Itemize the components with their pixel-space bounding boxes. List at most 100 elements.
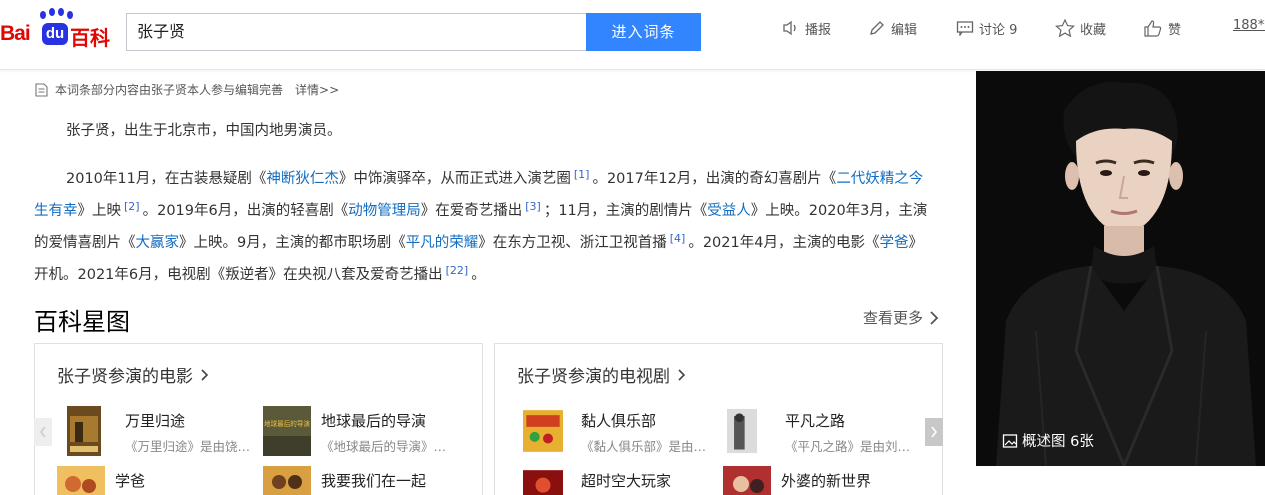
intro-text: 张子贤，出生于北京市，中国内地男演员。 <box>66 123 342 139</box>
tv-card-title[interactable]: 张子贤参演的电视剧 <box>517 362 688 387</box>
collect-label: 收藏 <box>1080 22 1107 38</box>
career-paragraph: 2010年11月，在古装悬疑剧《神断狄仁杰》中饰演驿卒，从而正式进入演艺圈 [1]… <box>34 161 930 289</box>
thumbs-up-icon <box>1144 20 1162 37</box>
reference-link[interactable]: [2] <box>124 200 140 213</box>
image-icon <box>1002 433 1018 448</box>
movie-item[interactable]: 学爸 <box>57 466 257 495</box>
career-text: 》在东方卫视、浙江卫视首播 <box>478 235 667 251</box>
career-text: 。2019年6月，出演的轻喜剧《 <box>142 203 349 219</box>
tv-title: 外婆的新世界 <box>781 472 872 490</box>
summary-photo[interactable] <box>976 71 1265 466</box>
reference-link[interactable]: [3] <box>525 200 541 213</box>
movies-card-title-label: 张子贤参演的电影 <box>57 367 193 387</box>
movie-description: 《地球最后的导演》… <box>321 439 447 454</box>
top-bar: Bai du 百科 张子贤 进入词条 播报 编辑 讨论 9 收藏 赞 188* <box>0 0 1265 70</box>
work-link[interactable]: 大赢家 <box>136 235 180 251</box>
see-more-label: 查看更多 <box>863 309 924 327</box>
carousel-next-button[interactable] <box>925 418 943 446</box>
chevron-left-icon <box>39 426 46 438</box>
broadcast-button[interactable]: 播报 <box>782 18 831 38</box>
edit-label: 编辑 <box>891 22 918 38</box>
career-text: 2010年11月，在古装悬疑剧《 <box>66 171 267 187</box>
pencil-icon <box>870 21 884 35</box>
carousel-prev-button[interactable] <box>34 418 52 446</box>
baidu-baike-logo[interactable]: Bai du 百科 <box>0 8 120 52</box>
career-text: 。2017年12月，出演的奇幻喜剧片《 <box>592 171 837 187</box>
work-link[interactable]: 平凡的荣耀 <box>406 235 479 251</box>
tv-title: 黏人俱乐部 <box>581 412 657 430</box>
edit-note-text: 本词条部分内容由张子贤本人参与编辑完善 <box>55 83 284 97</box>
tv-item[interactable]: 平凡之路 《平凡之路》是由刘… <box>727 406 927 456</box>
movie-title: 学爸 <box>115 472 146 490</box>
logo-bai-text: Bai <box>0 22 31 45</box>
chevron-right-icon <box>678 368 686 381</box>
movie-item[interactable]: 地球最后的导演 地球最后的导演 《地球最后的导演》… <box>263 406 463 456</box>
work-link[interactable]: 学爸 <box>879 235 908 251</box>
movie-poster <box>57 466 105 495</box>
discuss-label: 讨论 9 <box>979 22 1018 38</box>
work-link[interactable]: 受益人 <box>707 203 751 219</box>
chevron-right-icon <box>930 310 939 325</box>
logo-paw-dot <box>49 8 55 16</box>
reference-link[interactable]: [4] <box>670 232 686 245</box>
search-input[interactable]: 张子贤 <box>126 13 587 51</box>
career-text: 》上映。9月，主演的都市职场剧《 <box>179 235 406 251</box>
logo-paw-dot <box>40 11 46 19</box>
movie-description: 《万里归途》是由饶… <box>125 439 251 454</box>
edit-note: 本词条部分内容由张子贤本人参与编辑完善 详情>> <box>34 81 339 98</box>
logo-baike-text: 百科 <box>70 26 110 50</box>
like-label: 赞 <box>1168 22 1182 38</box>
tv-title: 平凡之路 <box>785 412 846 430</box>
like-button[interactable]: 赞 <box>1143 18 1181 38</box>
tv-card: 张子贤参演的电视剧 黏人俱乐部 《黏人俱乐部》是由… 平凡之路 《平凡之路》是由… <box>494 343 943 495</box>
reference-link[interactable]: [22] <box>446 264 469 277</box>
movie-title: 地球最后的导演 <box>321 412 427 430</box>
movie-item[interactable]: 万里归途 《万里归途》是由饶… <box>67 406 267 456</box>
work-link[interactable]: 动物管理局 <box>348 203 421 219</box>
user-account-link[interactable]: 188** <box>1233 18 1265 33</box>
star-icon <box>1055 19 1075 37</box>
movie-poster: 地球最后的导演 <box>263 406 311 456</box>
tv-item[interactable]: 黏人俱乐部 《黏人俱乐部》是由… <box>523 406 723 456</box>
speaker-icon <box>783 20 796 36</box>
tv-title: 超时空大玩家 <box>581 472 672 490</box>
career-text: 》中饰演驿卒，从而正式进入演艺圈 <box>338 171 571 187</box>
movie-title: 我要我们在一起 <box>321 472 427 490</box>
edit-button[interactable]: 编辑 <box>868 18 917 38</box>
discuss-button[interactable]: 讨论 9 <box>956 18 1017 38</box>
document-icon <box>35 82 48 97</box>
logo-paw-dot <box>58 8 64 16</box>
collect-button[interactable]: 收藏 <box>1055 18 1106 38</box>
career-text: 。 <box>471 267 486 283</box>
work-link[interactable]: 神断狄仁杰 <box>266 171 339 187</box>
tv-item[interactable]: 超时空大玩家 <box>523 466 723 495</box>
poster-title-text: 地球最后的导演 <box>264 419 310 428</box>
movie-poster <box>67 406 101 456</box>
movie-title: 万里归途 <box>125 412 186 430</box>
chevron-right-icon <box>931 426 938 438</box>
movies-card-title[interactable]: 张子贤参演的电影 <box>57 362 211 387</box>
tv-poster <box>727 408 757 454</box>
intro-paragraph: 张子贤，出生于北京市，中国内地男演员。 <box>34 118 930 145</box>
tv-item[interactable]: 外婆的新世界 <box>723 466 923 495</box>
career-text: 。2021年4月，主演的电影《 <box>688 235 880 251</box>
reference-link[interactable]: [1] <box>574 168 590 181</box>
movies-card: 张子贤参演的电影 万里归途 《万里归途》是由饶… 地球最后的导演 地球最后的导演… <box>34 343 483 495</box>
enter-entry-button[interactable]: 进入词条 <box>586 13 701 51</box>
photo-caption[interactable]: 概述图 6张 <box>1002 430 1094 451</box>
chat-bubble-icon <box>956 21 974 36</box>
logo-paw-dot <box>67 11 73 19</box>
chevron-right-icon <box>201 368 209 381</box>
tv-description: 《黏人俱乐部》是由… <box>581 439 707 454</box>
movie-item[interactable]: 我要我们在一起 <box>263 466 463 495</box>
tv-description: 《平凡之路》是由刘… <box>785 439 911 454</box>
edit-note-detail-link[interactable]: 详情>> <box>295 81 339 98</box>
career-text: 》在爱奇艺播出 <box>420 203 523 219</box>
see-more-link[interactable]: 查看更多 <box>863 307 941 328</box>
broadcast-label: 播报 <box>805 22 832 38</box>
star-map-title: 百科星图 <box>34 308 130 336</box>
tv-card-title-label: 张子贤参演的电视剧 <box>517 367 670 387</box>
career-text: ；11月，主演的剧情片《 <box>543 203 708 219</box>
career-text: 》上映 <box>77 203 122 219</box>
logo-du-text: du <box>42 23 68 45</box>
